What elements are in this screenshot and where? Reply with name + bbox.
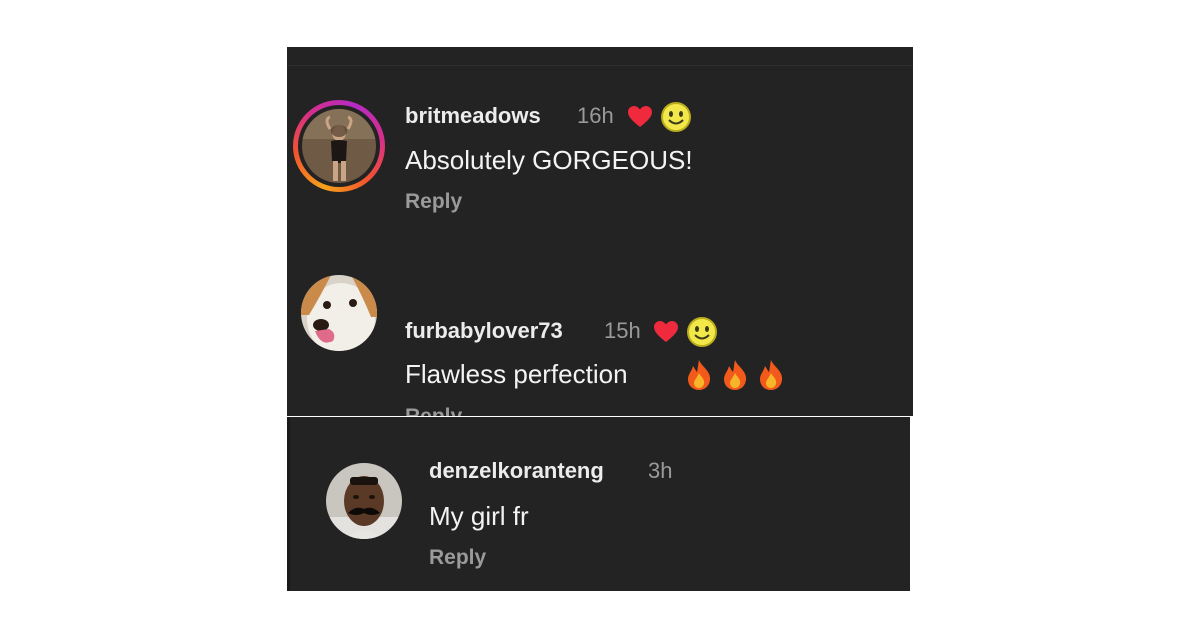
comment-timestamp: 15h [604, 318, 641, 343]
fire-emoji-icon [688, 360, 711, 390]
comments-panel-top: britmeadows 16h Absolutely GORGEOUS! Rep… [287, 47, 913, 416]
comment-username[interactable]: denzelkoranteng [429, 458, 604, 484]
comment-text: My girl fr [429, 501, 529, 531]
avatar[interactable] [293, 100, 385, 192]
comment-text: Absolutely GORGEOUS! [405, 145, 693, 175]
comment-timestamp: 3h [648, 458, 673, 483]
smiley-face-icon [687, 317, 717, 347]
comment-text: Flawless perfection [405, 359, 628, 389]
comments-panel-bottom: denzelkoranteng 3h My girl fr Reply [287, 417, 910, 591]
comment-item: furbabylover73 15h Flawless perfection R… [287, 227, 913, 416]
reply-button[interactable]: Reply [405, 190, 462, 214]
comment-item: britmeadows 16h Absolutely GORGEOUS! Rep… [287, 47, 913, 227]
heart-icon [628, 106, 652, 127]
comment-username[interactable]: britmeadows [405, 103, 541, 129]
fire-emoji-icon [724, 360, 747, 390]
comment-item: denzelkoranteng 3h My girl fr Reply [287, 417, 910, 591]
smiley-face-icon [661, 102, 691, 132]
fire-emoji-icon [760, 360, 783, 390]
reply-button[interactable]: Reply [405, 405, 462, 416]
comment-username[interactable]: furbabylover73 [405, 318, 563, 344]
avatar-image [302, 109, 376, 183]
comment-timestamp: 16h [577, 103, 614, 128]
avatar[interactable] [301, 275, 377, 351]
reply-button[interactable]: Reply [429, 546, 486, 570]
avatar[interactable] [326, 463, 402, 539]
heart-icon [654, 321, 678, 342]
